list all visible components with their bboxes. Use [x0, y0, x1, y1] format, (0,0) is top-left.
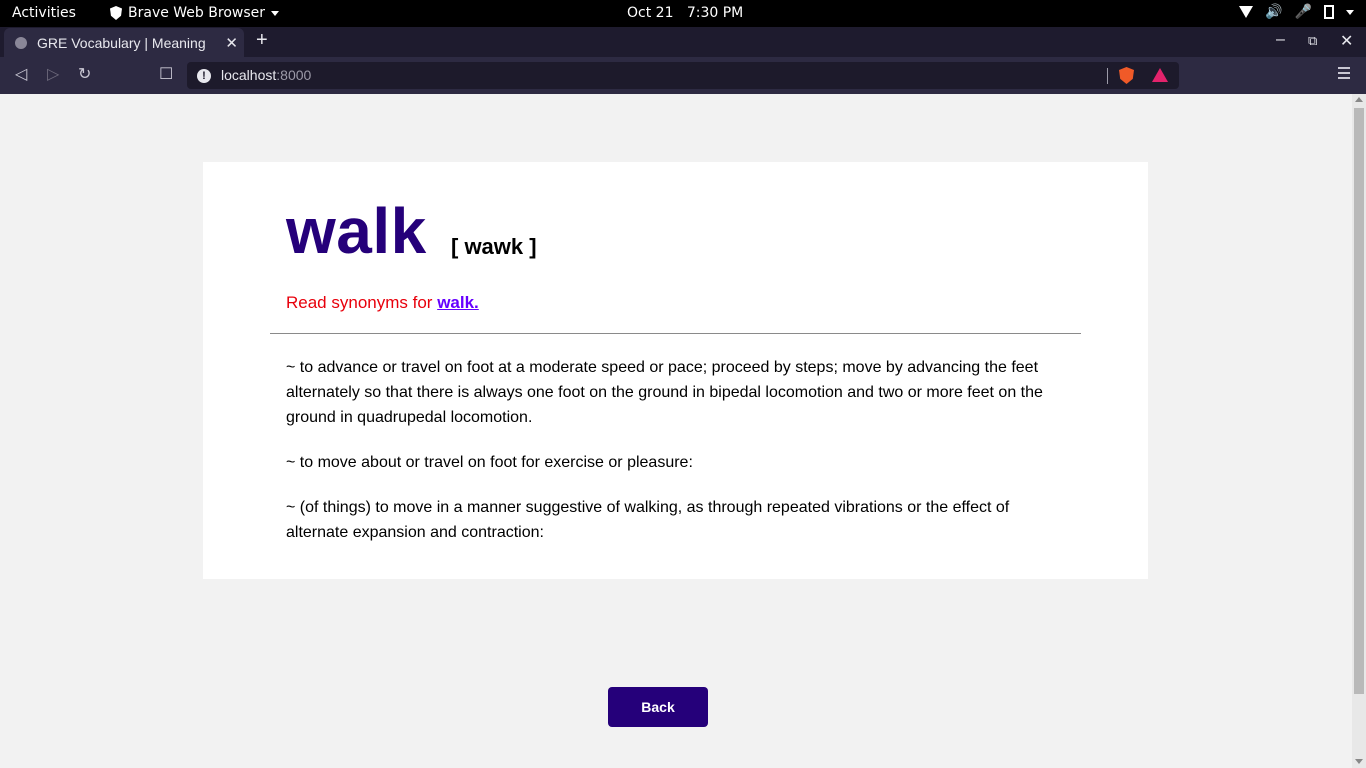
- battery-icon: [1324, 5, 1334, 19]
- divider: [270, 333, 1081, 334]
- browser-toolbar: ◁ ▷ ↻ ☐ ! localhost:8000: [0, 57, 1366, 94]
- url-port: :8000: [276, 67, 312, 83]
- address-bar[interactable]: ! localhost:8000: [187, 62, 1179, 89]
- brave-icon: [110, 6, 122, 20]
- tab-strip: GRE Vocabulary | Meaning ✕ + – ⧉ ✕: [0, 27, 1366, 57]
- pronunciation: [ wawk ]: [451, 234, 537, 259]
- word-card: walk [ wawk ] Read synonyms for walk. ~ …: [203, 162, 1148, 579]
- definition: ~ (of things) to move in a manner sugges…: [286, 499, 1010, 541]
- volume-icon: 🔊: [1265, 4, 1283, 20]
- forward-arrow-icon[interactable]: ▷: [47, 64, 59, 84]
- site-info-icon[interactable]: !: [197, 69, 211, 83]
- brave-shields-icon[interactable]: [1119, 67, 1134, 84]
- scrollbar[interactable]: [1352, 94, 1366, 768]
- back-arrow-icon[interactable]: ◁: [15, 64, 27, 84]
- app-menu[interactable]: Brave Web Browser: [110, 5, 279, 21]
- divider: [1107, 68, 1108, 84]
- restore-icon[interactable]: ⧉: [1308, 33, 1317, 49]
- url-host: localhost: [221, 67, 277, 83]
- back-button[interactable]: Back: [608, 687, 708, 727]
- time: 7:30 PM: [686, 5, 744, 21]
- minimize-icon[interactable]: –: [1276, 31, 1285, 49]
- synonyms-prefix: Read synonyms for: [286, 293, 438, 312]
- definition: ~ to move about or travel on foot for ex…: [286, 454, 693, 471]
- word-title: walk: [286, 195, 427, 267]
- bookmark-icon[interactable]: ☐: [159, 64, 173, 84]
- chevron-down-icon: [271, 10, 279, 16]
- synonyms-link[interactable]: walk.: [437, 293, 479, 312]
- tab-active[interactable]: GRE Vocabulary | Meaning ✕: [4, 28, 244, 57]
- microphone-icon: 🎤: [1294, 4, 1312, 20]
- reload-icon[interactable]: ↻: [78, 64, 91, 84]
- page-viewport: walk [ wawk ] Read synonyms for walk. ~ …: [0, 94, 1352, 768]
- menu-icon[interactable]: [1338, 67, 1350, 82]
- synonyms-line: Read synonyms for walk.: [286, 293, 479, 313]
- system-tray[interactable]: 🔊 🎤: [1239, 4, 1354, 20]
- activities-button[interactable]: Activities: [12, 5, 76, 21]
- definition: ~ to advance or travel on foot at a mode…: [286, 359, 1043, 426]
- date: Oct 21: [627, 5, 674, 21]
- scroll-down-icon[interactable]: [1355, 759, 1363, 764]
- tab-title: GRE Vocabulary | Meaning: [37, 34, 206, 51]
- definitions-list: ~ to advance or travel on foot at a mode…: [286, 355, 1056, 565]
- scroll-up-icon[interactable]: [1355, 97, 1363, 102]
- wifi-icon: [1239, 6, 1254, 18]
- scrollbar-thumb[interactable]: [1354, 108, 1364, 694]
- chevron-down-icon: [1346, 9, 1354, 15]
- globe-icon: [15, 36, 27, 49]
- window-close-icon[interactable]: ✕: [1340, 31, 1353, 51]
- brave-rewards-icon[interactable]: [1152, 68, 1168, 82]
- clock[interactable]: Oct 21 7:30 PM: [627, 5, 743, 21]
- app-name: Brave Web Browser: [128, 5, 265, 21]
- close-icon[interactable]: ✕: [225, 34, 238, 52]
- new-tab-button[interactable]: +: [256, 29, 268, 52]
- system-top-bar: Activities Brave Web Browser Oct 21 7:30…: [0, 0, 1366, 27]
- url-text[interactable]: localhost:8000: [221, 67, 311, 83]
